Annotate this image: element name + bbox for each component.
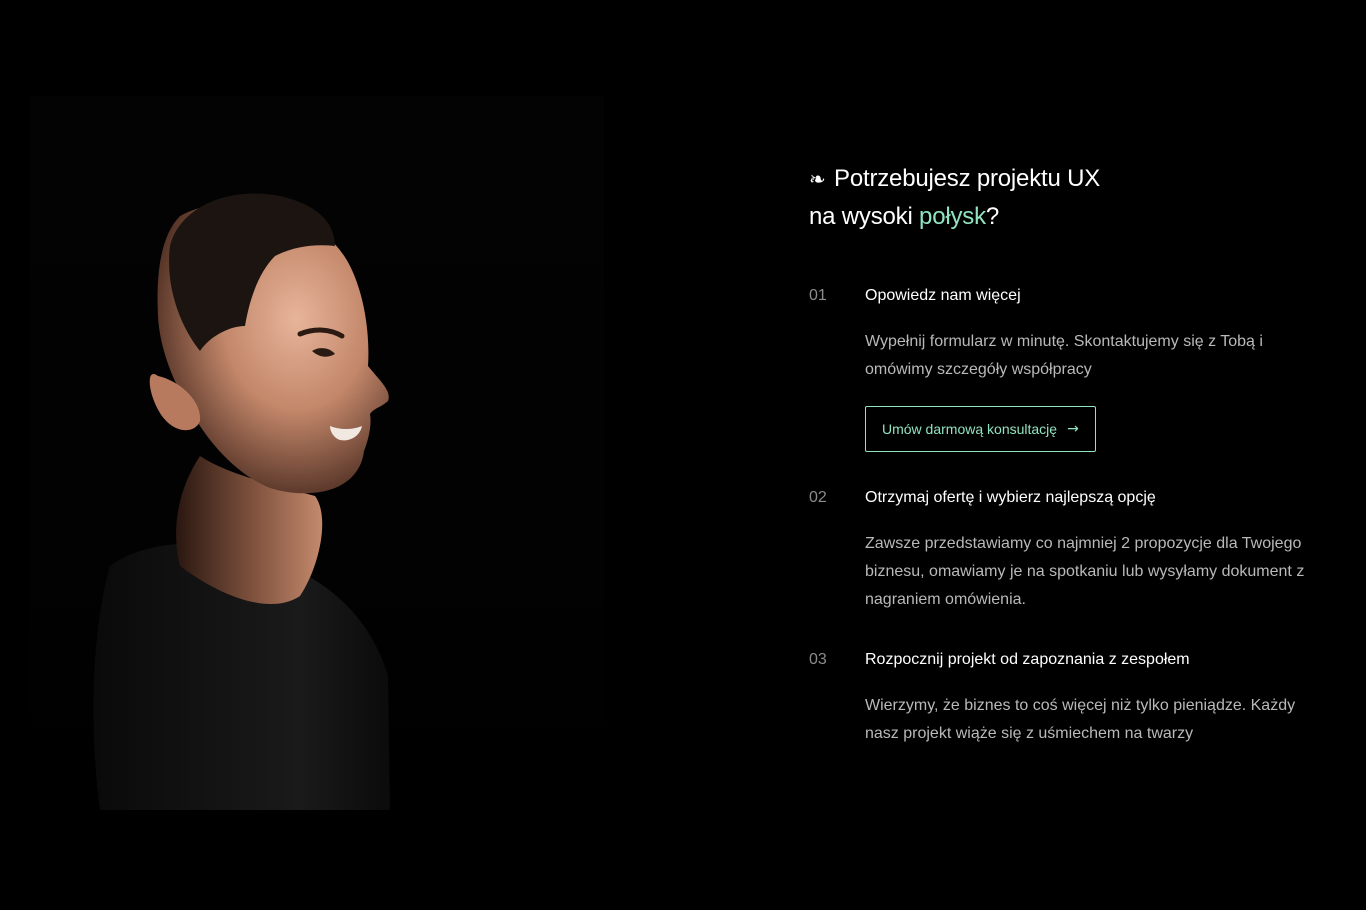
headline-accent-word: połysk: [919, 203, 986, 230]
step-body: Rozpocznij projekt od zapoznania z zespo…: [865, 648, 1329, 748]
cta-label: Umów darmową konsultację: [882, 421, 1058, 437]
floral-heart-icon: ❧: [809, 167, 826, 191]
step-title: Rozpocznij projekt od zapoznania z zespo…: [865, 651, 1190, 668]
headline-suffix: ?: [985, 203, 1000, 230]
process-section: ❧ Potrzebujesz projektu UX na wysoki poł…: [809, 160, 1329, 748]
free-consultation-button[interactable]: Umów darmową konsultację →: [865, 406, 1096, 452]
step-title: Otrzymaj ofertę i wybierz najlepszą opcj…: [865, 489, 1156, 506]
headline-line-2-prefix: na wysoki: [809, 203, 920, 230]
step-description: Wierzymy, że biznes to coś więcej niż ty…: [865, 697, 1296, 742]
step-title: Opowiedz nam więcej: [865, 287, 1021, 304]
step-item: 03 Rozpocznij projekt od zapoznania z ze…: [809, 648, 1329, 748]
man-profile-illustration: [93, 193, 390, 810]
step-item: 02 Otrzymaj ofertę i wybierz najlepszą o…: [809, 486, 1329, 614]
step-description: Wypełnij formularz w minutę. Skontaktuje…: [865, 333, 1263, 378]
step-number: 03: [809, 651, 827, 668]
page: ❧ Potrzebujesz projektu UX na wysoki poł…: [0, 0, 1366, 910]
headline-line-1: Potrzebujesz projektu UX: [834, 165, 1101, 192]
step-body: Opowiedz nam więcej Wypełnij formularz w…: [865, 284, 1329, 452]
step-body: Otrzymaj ofertę i wybierz najlepszą opcj…: [865, 486, 1329, 614]
step-description: Zawsze przedstawiamy co najmniej 2 propo…: [865, 535, 1305, 608]
step-number: 02: [809, 489, 827, 506]
steps-list: 01 Opowiedz nam więcej Wypełnij formular…: [809, 284, 1329, 748]
arrow-right-icon: →: [1067, 421, 1079, 437]
section-headline: ❧ Potrzebujesz projektu UX na wysoki poł…: [809, 160, 1329, 236]
portrait-photo: [30, 96, 604, 810]
step-number: 01: [809, 287, 827, 304]
step-item: 01 Opowiedz nam więcej Wypełnij formular…: [809, 284, 1329, 452]
